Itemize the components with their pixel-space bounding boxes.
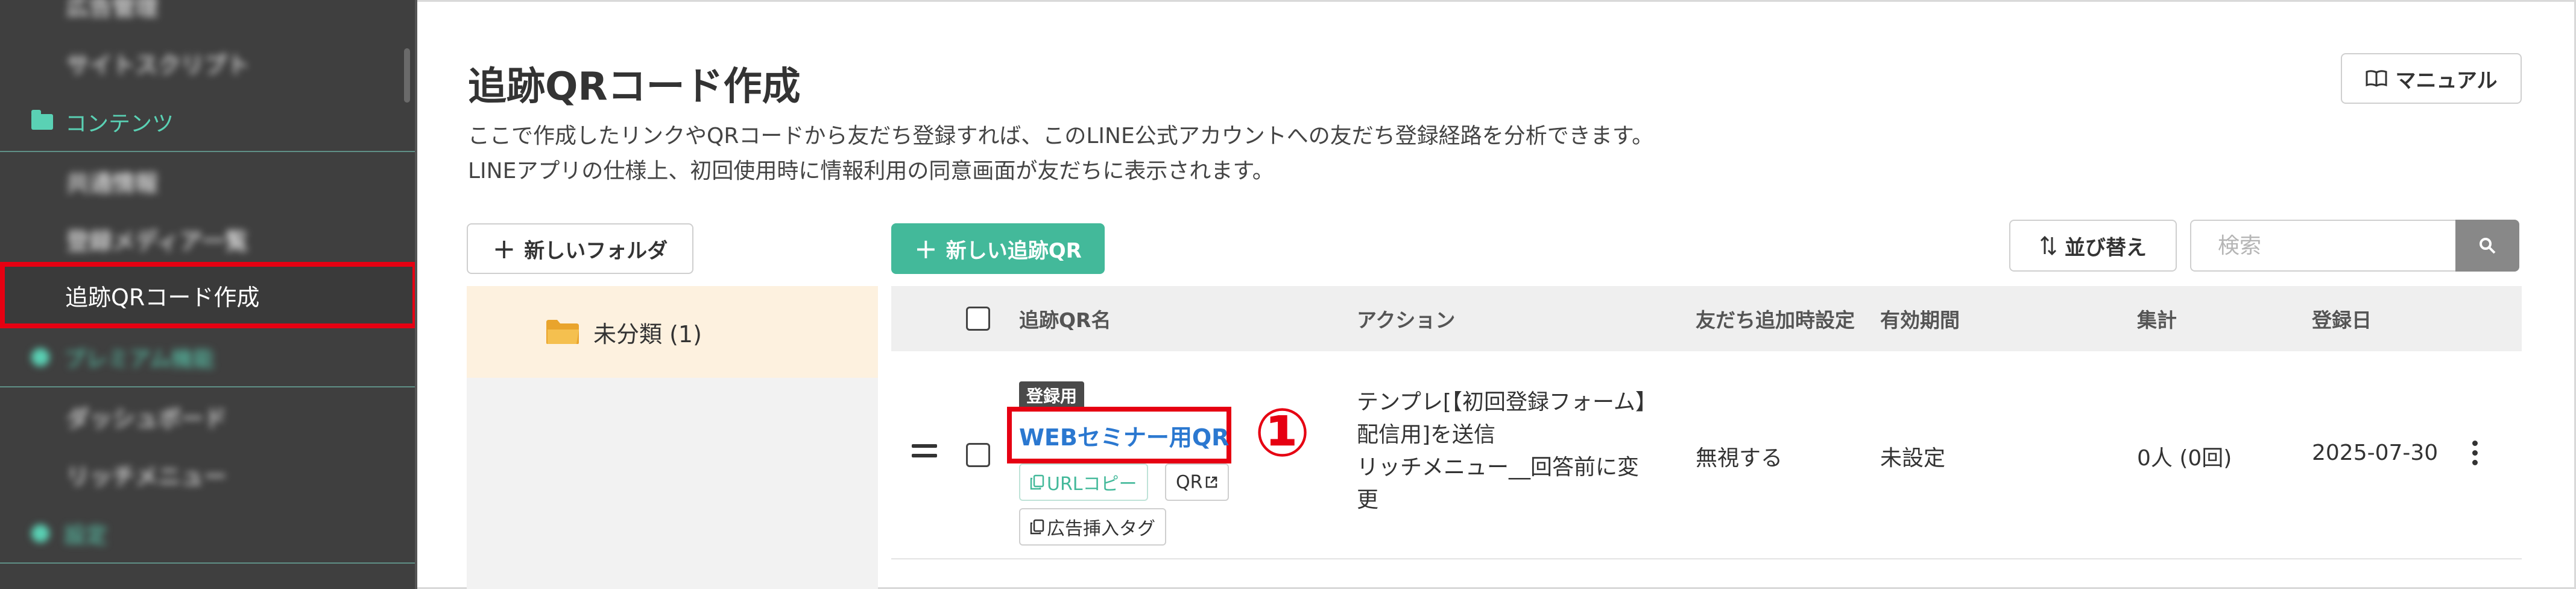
sidebar-item-common-info[interactable]: 共通情報 [0, 152, 415, 210]
new-tracking-qr-label: 新しい追跡QR [945, 238, 1082, 263]
column-header-friend-setting: 友だち追加時設定 [1696, 308, 1855, 332]
page-description-line2: LINEアプリの仕様上、初回使用時に情報利用の同意画面が友だちに表示されます。 [468, 159, 1274, 183]
column-header-count: 集計 [2137, 308, 2177, 332]
registration-badge: 登録用 [1019, 381, 1085, 409]
sidebar-item-rich-menu[interactable]: リッチメニュー [0, 445, 415, 503]
sidebar-item-label: 追跡QRコード作成 [65, 284, 260, 311]
sidebar-item-site-script[interactable]: サイトスクリプト [0, 34, 415, 92]
sidebar-section-label: プレミアム機能 [64, 347, 215, 372]
qr-button[interactable]: QR [1165, 463, 1230, 501]
count-cell[interactable]: 0人 (0回) [2137, 441, 2232, 472]
qr-label: QR [1176, 471, 1203, 493]
sidebar: 広告管理 サイトスクリプト コンテンツ 共通情報 登録メディア一覧 追跡QRコー… [0, 0, 417, 589]
sidebar-item-label: ダッシュボード [66, 405, 227, 432]
sidebar-section-label: コンテンツ [65, 112, 174, 136]
sort-icon [2040, 235, 2057, 256]
sidebar-divider [0, 562, 415, 564]
premium-icon [31, 348, 49, 366]
annotation-number: ① [1254, 394, 1311, 471]
column-header-registered: 登録日 [2312, 308, 2372, 332]
table-header: 追跡QR名 アクション 友だち追加時設定 有効期間 集計 登録日 [891, 286, 2522, 351]
search-button[interactable] [2455, 220, 2519, 272]
page-description-line1: ここで作成したリンクやQRコードから友だち登録すれば、このLINE公式アカウント… [468, 124, 1654, 148]
select-all-checkbox[interactable] [966, 307, 990, 331]
folder-icon [546, 320, 579, 344]
validity-cell: 未設定 [1880, 446, 1946, 471]
sort-label: 並び替え [2065, 235, 2147, 260]
sidebar-item-label: サイトスクリプト [66, 51, 250, 78]
sidebar-section-premium[interactable]: プレミアム機能 [0, 328, 415, 386]
drag-handle-icon[interactable] [912, 444, 937, 462]
folder-icon [31, 110, 53, 130]
settings-icon [31, 524, 49, 543]
sidebar-section-settings[interactable]: 設定 [0, 505, 415, 562]
friend-setting-cell: 無視する [1696, 446, 1783, 471]
row-checkbox[interactable] [966, 443, 990, 467]
plus-icon: + [914, 232, 938, 265]
column-header-action: アクション [1357, 308, 1456, 332]
url-copy-button[interactable]: URLコピー [1019, 463, 1148, 501]
plus-icon: + [492, 232, 516, 265]
sidebar-item-media-list[interactable]: 登録メディア一覧 [0, 210, 415, 268]
external-link-icon [1206, 476, 1217, 488]
registered-date-cell: 2025-07-30 [2312, 441, 2439, 465]
qr-name-link[interactable]: WEBセミナー用QR [1019, 419, 1229, 452]
sidebar-item-label: 登録メディア一覧 [66, 228, 248, 255]
column-header-name: 追跡QR名 [1019, 308, 1111, 332]
sidebar-item-tracking-qr[interactable]: 追跡QRコード作成 [0, 262, 415, 328]
action-cell: テンプレ[【初回登録フォーム】 配信用]を送信 リッチメニュー__回答前に変 更 [1357, 390, 1657, 512]
page-title: 追跡QRコード作成 [468, 65, 801, 109]
sidebar-item-label: リッチメニュー [66, 463, 227, 490]
url-copy-label: URLコピー [1047, 474, 1137, 495]
sidebar-section-contents[interactable]: コンテンツ [0, 93, 415, 151]
search-icon [2480, 238, 2496, 254]
copy-icon [1030, 474, 1044, 490]
new-folder-button[interactable]: + 新しいフォルダ [467, 223, 693, 274]
new-folder-label: 新しいフォルダ [524, 238, 668, 263]
folder-label: 未分類 (1) [593, 320, 702, 348]
column-header-validity: 有効期間 [1880, 308, 1960, 332]
row-divider [891, 558, 2522, 559]
ad-tag-button[interactable]: 広告挿入タグ [1019, 508, 1166, 546]
sidebar-item-label: 広告管理 [66, 0, 159, 21]
more-options-icon[interactable] [2472, 441, 2478, 470]
folder-item-unclassified[interactable]: 未分類 (1) [467, 286, 878, 378]
ad-tag-label: 広告挿入タグ [1047, 518, 1155, 540]
manual-button[interactable]: マニュアル [2341, 53, 2522, 104]
sidebar-item-label: 共通情報 [66, 170, 159, 197]
folder-panel: 未分類 (1) [467, 286, 878, 589]
book-icon [2366, 70, 2387, 87]
sidebar-item-ads[interactable]: 広告管理 [0, 0, 415, 34]
sidebar-section-label: 設定 [64, 523, 108, 548]
new-tracking-qr-button[interactable]: + 新しい追跡QR [891, 223, 1105, 274]
copy-icon [1030, 519, 1044, 535]
search-input[interactable] [2190, 220, 2455, 272]
manual-button-label: マニュアル [2395, 68, 2498, 93]
sidebar-item-dashboard[interactable]: ダッシュボード [0, 387, 415, 445]
sort-button[interactable]: 並び替え [2009, 220, 2177, 272]
